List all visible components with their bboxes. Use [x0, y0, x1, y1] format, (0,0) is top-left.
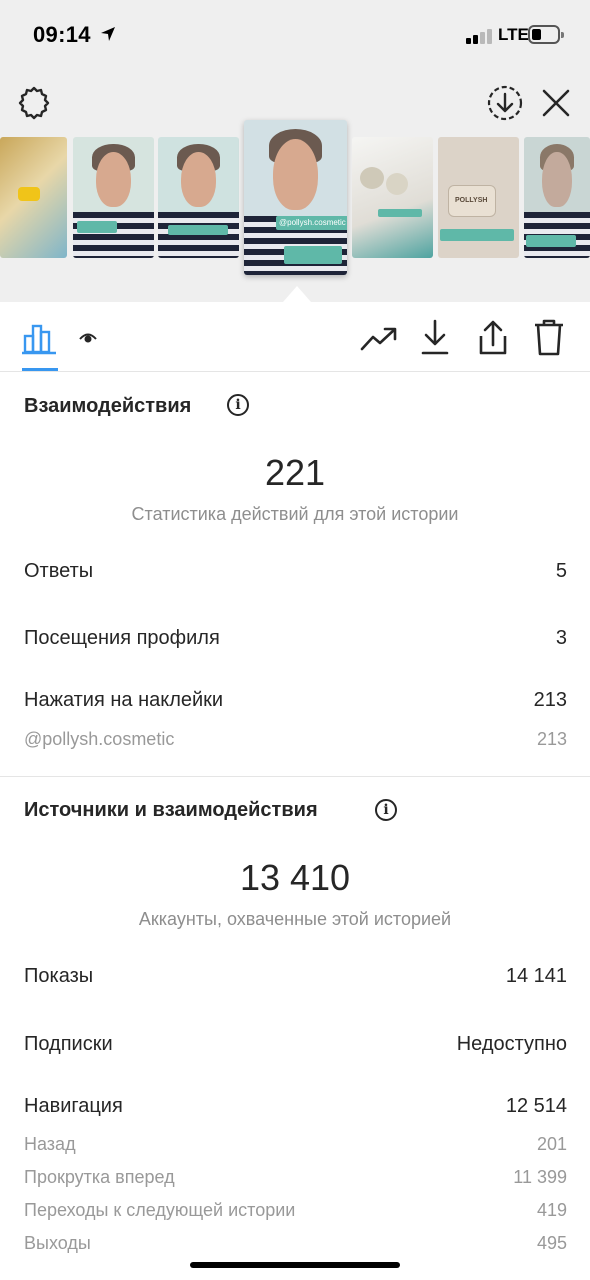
stat-subrow-back: Назад 201 [24, 1134, 567, 1154]
interactions-caption: Статистика действий для этой истории [131, 504, 459, 524]
story-thumbnail[interactable] [158, 137, 239, 258]
section-divider [0, 776, 590, 777]
story-thumbnail[interactable]: POLLYSH [438, 137, 519, 258]
discovery-title: Источники и взаимодействия [24, 799, 318, 821]
trending-up-icon[interactable] [360, 324, 398, 354]
story-thumbnail[interactable] [524, 137, 590, 258]
story-sticker: @pollysh.cosmetic [276, 216, 347, 230]
story-thumbnail[interactable] [73, 137, 154, 258]
insights-toolbar [0, 302, 590, 372]
info-icon[interactable]: i [375, 799, 397, 821]
story-thumbnail-strip[interactable]: @pollysh.cosmetic POLLYSH [0, 120, 590, 277]
story-thumbnail[interactable] [352, 137, 433, 258]
battery-icon [528, 25, 564, 44]
close-icon[interactable] [540, 87, 572, 119]
selected-story-pointer [283, 286, 311, 302]
share-icon[interactable] [476, 318, 510, 356]
download-icon[interactable] [420, 318, 450, 356]
bar-chart-icon[interactable] [22, 320, 58, 356]
stat-row-replies: Ответы 5 [24, 560, 567, 582]
stat-row-sticker-taps: Нажатия на наклейки 213 [24, 689, 567, 711]
story-thumbnail-active[interactable]: @pollysh.cosmetic [244, 120, 347, 275]
signal-icon [466, 28, 494, 44]
home-indicator[interactable] [190, 1262, 400, 1268]
status-bar: 09:14 LTE [0, 0, 590, 72]
eye-icon[interactable] [78, 330, 98, 346]
story-thumbnail[interactable] [0, 137, 67, 258]
status-time: 09:14 [33, 22, 91, 47]
trash-icon[interactable] [532, 317, 566, 357]
gear-icon[interactable] [16, 85, 52, 121]
active-tab-indicator [22, 368, 58, 371]
discovery-caption: Аккаунты, охваченные этой историей [138, 909, 452, 929]
stat-row-profile-visits: Посещения профиля 3 [24, 627, 567, 649]
stat-subrow-next-story: Переходы к следующей истории 419 [24, 1200, 567, 1220]
stat-row-follows: Подписки Недоступно [24, 1033, 567, 1055]
interactions-title: Взаимодействия [24, 395, 192, 417]
stat-subrow-sticker: @pollysh.cosmetic 213 [24, 729, 567, 749]
network-label: LTE [498, 25, 529, 44]
info-icon[interactable]: i [227, 394, 249, 416]
stat-row-navigation: Навигация 12 514 [24, 1095, 567, 1117]
location-arrow-icon [101, 27, 115, 41]
download-circle-icon[interactable] [486, 84, 524, 122]
interactions-total: 221 [264, 452, 326, 493]
stat-subrow-exits: Выходы 495 [24, 1233, 567, 1253]
discovery-total: 13 410 [239, 857, 351, 898]
stat-row-impressions: Показы 14 141 [24, 965, 567, 987]
stat-subrow-forward: Прокрутка вперед 11 399 [24, 1167, 567, 1187]
